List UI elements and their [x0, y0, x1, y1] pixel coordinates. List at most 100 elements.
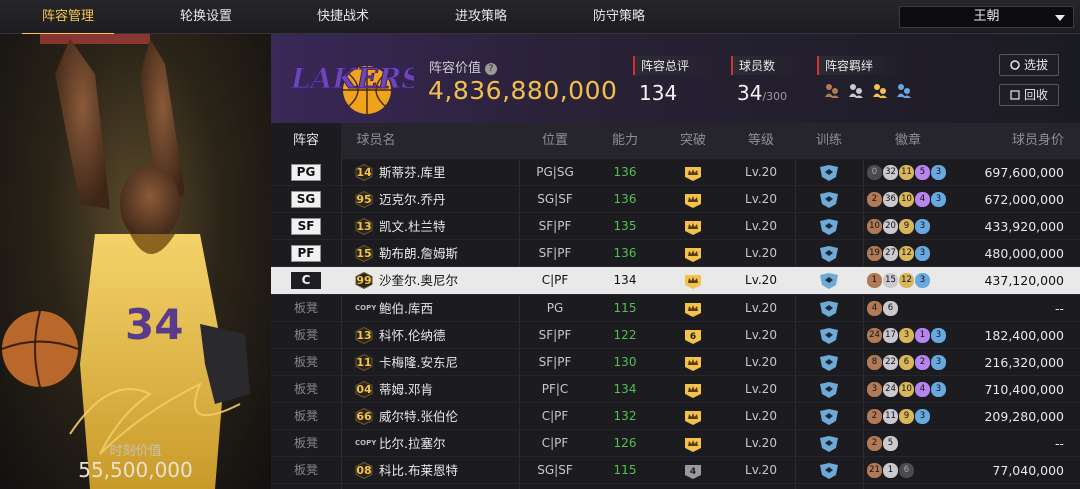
badge-chip[interactable]: 1: [915, 327, 930, 343]
training-cell[interactable]: [795, 295, 863, 322]
badge-chip[interactable]: 9: [899, 219, 914, 235]
training-cell[interactable]: [795, 430, 863, 457]
break-cell[interactable]: [659, 159, 727, 186]
col-player-value[interactable]: 球员身价: [971, 123, 1080, 159]
badge-chip[interactable]: 20: [883, 219, 898, 235]
player-name[interactable]: 沙奎尔.奥尼尔: [379, 267, 458, 294]
badge-chip[interactable]: 19: [867, 246, 882, 262]
col-lineup[interactable]: 阵容: [271, 123, 341, 159]
tab-lineup-management[interactable]: 阵容管理: [22, 0, 114, 35]
table-row[interactable]: 板凳 66 威尔特.张伯伦 C|PF 132 Lv.20 2 11 9 3 209,280,000: [271, 403, 1080, 430]
break-cell[interactable]: 4: [659, 457, 727, 484]
badge-chip[interactable]: 8: [867, 354, 882, 370]
col-training[interactable]: 训练: [795, 123, 863, 159]
training-cell[interactable]: [795, 267, 863, 294]
badge-chip[interactable]: 2: [915, 354, 930, 370]
training-cell[interactable]: [795, 240, 863, 267]
badge-chip[interactable]: 3: [931, 354, 946, 370]
table-row[interactable]: 板凳 08 科比.布莱恩特 SG|SF 115 4 Lv.20 21 1 6 77,040,000: [271, 457, 1080, 484]
help-icon[interactable]: ?: [485, 62, 498, 75]
table-row[interactable]: C 99 沙奎尔.奥尼尔 C|PF 134 Lv.20 1 15 12 3 437,120,000: [271, 267, 1080, 295]
player-name[interactable]: 勒布朗.詹姆斯: [379, 240, 458, 267]
badge-chip[interactable]: 21: [867, 463, 882, 479]
badge-chip[interactable]: 3: [931, 192, 946, 208]
player-name[interactable]: 威尔特.张伯伦: [379, 403, 458, 430]
break-cell[interactable]: [659, 213, 727, 240]
table-row[interactable]: PG 14 斯蒂芬.库里 PG|SG 136 Lv.20 0 32 11 5 3 697,600,00…: [271, 159, 1080, 186]
player-name[interactable]: 比尔.拉塞尔: [379, 430, 445, 457]
badge-chip[interactable]: 3: [899, 327, 914, 343]
tab-offense-strategy[interactable]: 进攻策略: [435, 0, 527, 34]
player-name[interactable]: 鲍伯.库西: [379, 295, 433, 322]
badge-chip[interactable]: 3: [915, 273, 930, 289]
training-cell[interactable]: [795, 349, 863, 376]
badge-chip[interactable]: 36: [883, 192, 898, 208]
badge-chip[interactable]: 15: [883, 273, 898, 289]
badge-chip[interactable]: 3: [915, 246, 930, 262]
break-cell[interactable]: [659, 403, 727, 430]
badge-chip[interactable]: 1: [883, 463, 898, 479]
badge-chip[interactable]: 3: [931, 381, 946, 397]
badge-chip[interactable]: 2: [867, 436, 882, 451]
training-cell[interactable]: [795, 213, 863, 240]
badge-chip[interactable]: 6: [883, 300, 898, 316]
break-cell[interactable]: [659, 349, 727, 376]
select-button[interactable]: 选拔: [999, 54, 1059, 76]
badge-chip[interactable]: 17: [883, 327, 898, 343]
training-cell[interactable]: [795, 457, 863, 484]
badge-chip[interactable]: 2: [867, 408, 882, 424]
player-name[interactable]: 科比.布莱恩特: [379, 457, 458, 484]
bond-gold-icon[interactable]: [871, 81, 889, 99]
break-cell[interactable]: [659, 186, 727, 213]
player-name[interactable]: 卡梅隆.安东尼: [379, 349, 458, 376]
badge-chip[interactable]: 4: [867, 300, 882, 316]
break-cell[interactable]: 6: [659, 322, 727, 349]
badge-chip[interactable]: 6: [899, 354, 914, 370]
badge-chip[interactable]: 3: [931, 327, 946, 343]
training-cell[interactable]: [795, 403, 863, 430]
badge-chip[interactable]: 5: [915, 165, 930, 180]
player-name[interactable]: 凯文.杜兰特: [379, 213, 445, 240]
badge-chip[interactable]: 4: [915, 381, 930, 397]
training-cell[interactable]: [795, 322, 863, 349]
badge-chip[interactable]: 5: [883, 436, 898, 451]
table-row[interactable]: 板凳 COPY 比尔.拉塞尔 C|PF 126 Lv.20 2 5 --: [271, 430, 1080, 457]
table-row[interactable]: 板凳 13 科怀.伦纳德 SF|PF 122 6 Lv.20 24 17 3 1 3 182,400,0…: [271, 322, 1080, 349]
player-dropdown[interactable]: 王朝: [899, 6, 1074, 28]
player-name[interactable]: 科怀.伦纳德: [379, 322, 445, 349]
badge-chip[interactable]: 24: [883, 381, 898, 397]
player-name[interactable]: 斯蒂芬.库里: [379, 159, 445, 186]
training-cell[interactable]: [795, 159, 863, 186]
table-row[interactable]: 板凳 COPY 鲍伯.库西 PG 115 Lv.20 4 6 --: [271, 295, 1080, 322]
badge-chip[interactable]: 3: [867, 381, 882, 397]
bond-silver-icon[interactable]: [847, 81, 865, 99]
badge-chip[interactable]: 3: [931, 165, 946, 180]
badge-chip[interactable]: 22: [883, 354, 898, 370]
training-cell[interactable]: [795, 186, 863, 213]
badge-chip[interactable]: 32: [883, 165, 898, 180]
player-name[interactable]: 迈克尔.乔丹: [379, 186, 445, 213]
badge-chip[interactable]: 12: [899, 273, 914, 289]
badge-chip[interactable]: 10: [867, 219, 882, 235]
recycle-button[interactable]: 回收: [999, 84, 1059, 106]
badge-chip[interactable]: 27: [883, 246, 898, 262]
tab-quick-tactics[interactable]: 快捷战术: [297, 0, 389, 34]
badge-chip[interactable]: 6: [899, 463, 914, 479]
badge-chip[interactable]: 10: [899, 381, 914, 397]
bond-bronze-icon[interactable]: [823, 81, 841, 99]
badge-chip[interactable]: 2: [867, 192, 882, 208]
break-cell[interactable]: [659, 267, 727, 294]
badge-chip[interactable]: 3: [915, 219, 930, 235]
col-position[interactable]: 位置: [519, 123, 591, 159]
break-cell[interactable]: [659, 295, 727, 322]
col-badges[interactable]: 徽章: [863, 123, 953, 159]
bond-blue-icon[interactable]: [895, 81, 913, 99]
break-cell[interactable]: [659, 376, 727, 403]
badge-chip[interactable]: 4: [915, 192, 930, 208]
badge-chip[interactable]: 1: [867, 273, 882, 289]
badge-chip[interactable]: 11: [883, 408, 898, 424]
table-row[interactable]: PF 15 勒布朗.詹姆斯 SF|PF 136 Lv.20 19 27 12 3 480,000,0…: [271, 240, 1080, 267]
badge-chip[interactable]: 9: [899, 408, 914, 424]
break-cell[interactable]: [659, 430, 727, 457]
training-cell[interactable]: [795, 376, 863, 403]
